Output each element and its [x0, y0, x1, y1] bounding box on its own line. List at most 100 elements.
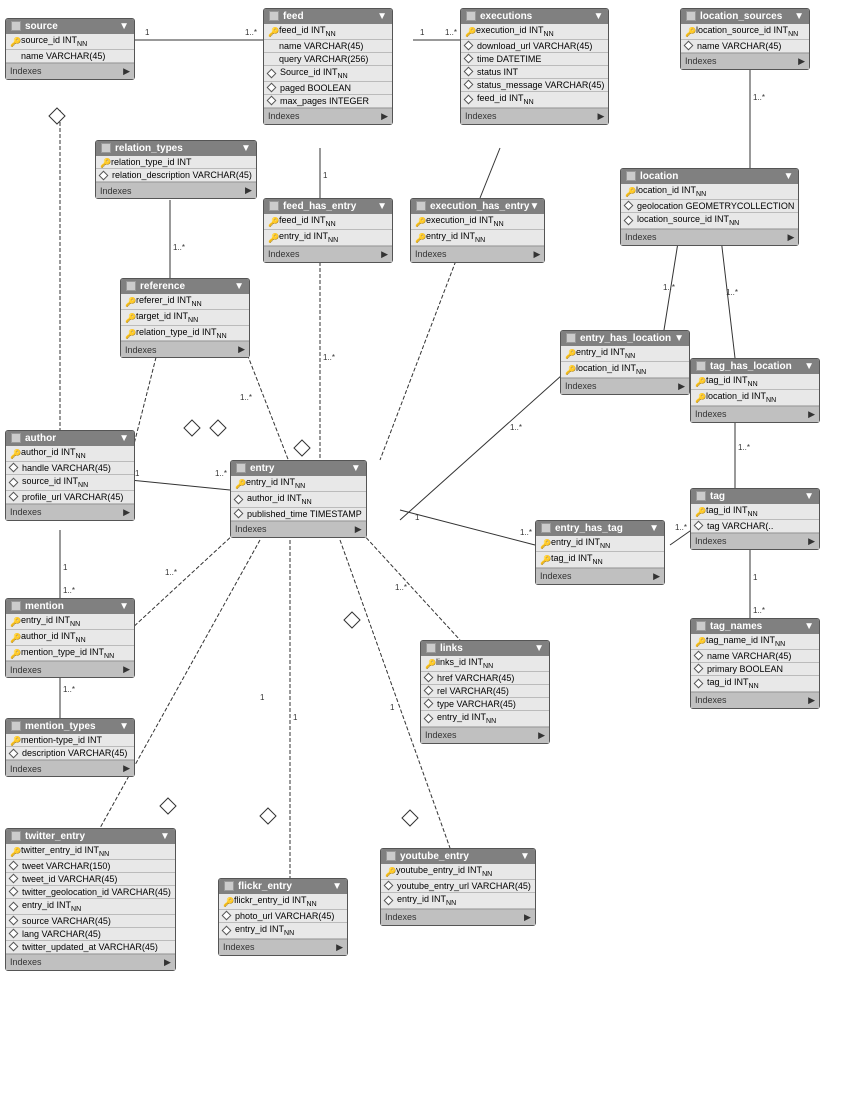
indexes-label: Indexes	[540, 571, 572, 581]
arrow-icon: ▶	[538, 730, 545, 741]
table-row-executions-5: feed_id INTNN	[461, 92, 608, 108]
key-icon: 🔑	[385, 867, 393, 875]
svg-text:1: 1	[390, 703, 395, 712]
table-row-location-1: geolocation GEOMETRYCOLLECTION	[621, 200, 798, 213]
svg-text:1: 1	[753, 573, 758, 582]
arrow-icon: ▶	[164, 957, 171, 968]
key-icon: 🔑	[540, 539, 548, 547]
diamond-icon	[694, 521, 704, 531]
table-row-twitter_entry-4: entry_id INTNN	[6, 899, 175, 915]
key-icon: 🔑	[10, 633, 18, 641]
field-text: time DATETIME	[477, 54, 541, 64]
field-text: tag_id INTNN	[706, 505, 758, 518]
table-row-flickr_entry-1: photo_url VARCHAR(45)	[219, 910, 347, 923]
indexes-label: Indexes	[223, 942, 255, 952]
key-icon: 🔑	[415, 217, 423, 225]
table-row-author-1: handle VARCHAR(45)	[6, 462, 134, 475]
diamond-icon	[424, 686, 434, 696]
table-row-flickr_entry-0: 🔑flickr_entry_id INTNN	[219, 894, 347, 910]
field-text: href VARCHAR(45)	[437, 673, 514, 683]
table-footer-execution_has_entry: Indexes▶	[411, 246, 544, 262]
table-name-executions: executions	[480, 11, 532, 22]
table-location: location▼🔑location_id INTNNgeolocation G…	[620, 168, 799, 246]
diamond-icon	[9, 492, 19, 502]
field-text: tag_id INTNN	[707, 677, 759, 690]
diamond-icon	[9, 942, 19, 952]
key-icon: 🔑	[125, 297, 133, 305]
table-name-mention_types: mention_types	[25, 721, 96, 732]
table-row-tag-0: 🔑tag_id INTNN	[691, 504, 819, 520]
field-text: lang VARCHAR(45)	[22, 929, 101, 939]
table-row-mention-1: 🔑author_id INTNN	[6, 630, 134, 646]
indexes-label: Indexes	[685, 56, 717, 66]
key-icon: 🔑	[625, 187, 633, 195]
key-icon: 🔑	[695, 507, 703, 515]
table-row-feed-4: paged BOOLEAN	[264, 82, 392, 95]
svg-text:1..*: 1..*	[726, 288, 738, 297]
table-row-feed_has_entry-0: 🔑feed_id INTNN	[264, 214, 392, 230]
field-text: download_url VARCHAR(45)	[477, 41, 592, 51]
table-header-mention_types: mention_types▼	[6, 719, 134, 734]
table-row-twitter_entry-7: twitter_updated_at VARCHAR(45)	[6, 941, 175, 954]
diamond-icon	[694, 651, 704, 661]
field-text: feed_id INTNN	[477, 93, 534, 106]
table-row-author-0: 🔑author_id INTNN	[6, 446, 134, 462]
table-footer-location_sources: Indexes ▶	[681, 53, 809, 69]
diamond-icon	[9, 929, 19, 939]
field-text: author_id INTNN	[247, 493, 312, 506]
arrow-icon: ▶	[798, 56, 805, 67]
diamond-icon	[9, 748, 19, 758]
table-footer-relation_types: Indexes▶	[96, 182, 256, 198]
table-header-twitter_entry: twitter_entry▼	[6, 829, 175, 844]
field-text: tweet VARCHAR(150)	[22, 861, 110, 871]
field-text: entry_id INTNN	[279, 231, 338, 244]
table-entry_has_tag: entry_has_tag▼🔑entry_id INTNN🔑tag_id INT…	[535, 520, 665, 585]
table-row-youtube_entry-1: youtube_entry_url VARCHAR(45)	[381, 880, 535, 893]
field-text: max_pages INTEGER	[280, 96, 369, 106]
field-text: entry_id INTNN	[21, 615, 80, 628]
field-text: twitter_geolocation_id VARCHAR(45)	[22, 887, 171, 897]
table-row-location_sources-1: name VARCHAR(45)	[681, 40, 809, 53]
arrow-icon: ▶	[678, 381, 685, 392]
table-name-feed_has_entry: feed_has_entry	[283, 201, 356, 212]
field-text: feed_id INTNN	[279, 25, 336, 38]
table-location_sources: location_sources▼🔑location_source_id INT…	[680, 8, 810, 70]
table-row-entry-2: published_time TIMESTAMP	[231, 508, 366, 521]
diamond-icon	[267, 68, 277, 78]
table-header-relation_types: relation_types▼	[96, 141, 256, 156]
arrow-icon: ▶	[524, 912, 531, 923]
indexes-label: Indexes	[425, 730, 457, 740]
table-footer-flickr_entry: Indexes▶	[219, 939, 347, 955]
table-footer-entry: Indexes▶	[231, 521, 366, 537]
field-text: relation_type_id INTNN	[136, 327, 227, 340]
svg-text:1: 1	[63, 563, 68, 572]
field-text: entry_id INTNN	[551, 537, 610, 550]
table-footer-source: Indexes▶	[6, 63, 134, 79]
field-text: name VARCHAR(45)	[279, 41, 363, 51]
diamond-icon	[267, 83, 277, 93]
table-name-flickr_entry: flickr_entry	[238, 881, 292, 892]
key-icon: 🔑	[695, 637, 703, 645]
key-icon: 🔑	[415, 233, 423, 241]
field-text: flickr_entry_id INTNN	[234, 895, 317, 908]
table-tag_names: tag_names▼🔑tag_name_id INTNNname VARCHAR…	[690, 618, 820, 709]
table-footer-author: Indexes▶	[6, 504, 134, 520]
table-header-youtube_entry: youtube_entry▼	[381, 849, 535, 864]
table-footer-tag_has_location: Indexes▶	[691, 406, 819, 422]
diamond-icon	[9, 887, 19, 897]
field-text: entry_id INTNN	[437, 712, 496, 725]
table-executions: executions▼🔑execution_id INTNNdownload_u…	[460, 8, 609, 125]
field-text: geolocation GEOMETRYCOLLECTION	[637, 201, 794, 211]
indexes-label: Indexes	[385, 912, 417, 922]
table-footer-links: Indexes ▶	[421, 727, 549, 743]
key-icon: 🔑	[268, 233, 276, 241]
field-text: links_id INTNN	[436, 657, 493, 670]
field-text: location_id INTNN	[706, 391, 776, 404]
svg-text:1..*: 1..*	[173, 243, 185, 252]
field-text: relation_type_id INT	[111, 157, 192, 167]
table-row-mention_types-0: 🔑mention-type_id INT	[6, 734, 134, 747]
field-text: tag_id INTNN	[706, 375, 758, 388]
field-text: location_source_id INTNN	[637, 214, 739, 227]
diamond-icon	[424, 699, 434, 709]
arrow-icon: ▶	[245, 185, 252, 196]
